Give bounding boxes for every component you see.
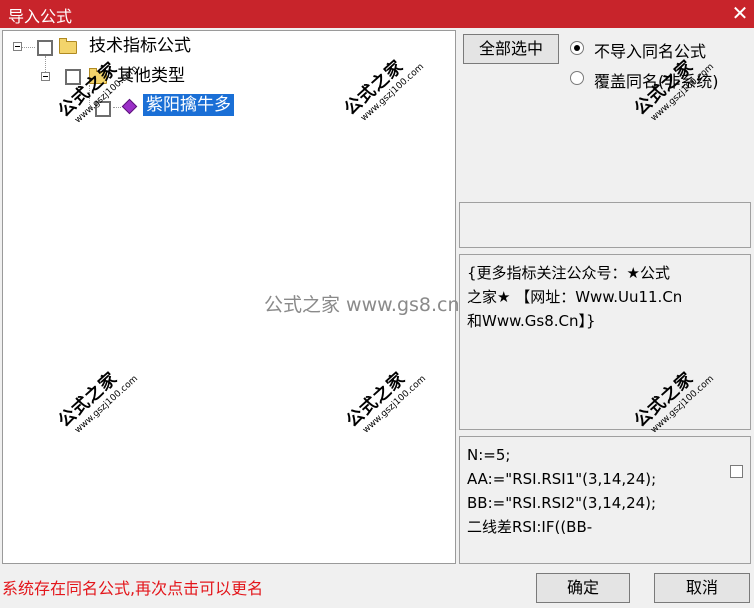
scrollbar-handle[interactable] bbox=[730, 465, 743, 478]
title-bar: 导入公式 ✕ bbox=[0, 0, 754, 28]
code-line: N:=5; bbox=[467, 446, 511, 464]
ok-button[interactable]: 确定 bbox=[536, 573, 630, 603]
description-box: {更多指标关注公众号：★公式 之家★ 【网址：Www.Uu11.Cn 和Www.… bbox=[459, 254, 751, 430]
no-import-radio[interactable] bbox=[570, 41, 584, 55]
collapse-icon[interactable] bbox=[13, 42, 22, 51]
close-icon[interactable]: ✕ bbox=[726, 0, 754, 28]
description-line: 和Www.Gs8.Cn】} bbox=[467, 312, 596, 330]
overwrite-radio[interactable] bbox=[570, 71, 584, 85]
tree-connector bbox=[113, 107, 121, 108]
tree-connector bbox=[21, 47, 35, 48]
folder-icon bbox=[59, 38, 77, 54]
code-line: BB:="RSI.RSI2"(3,14,24); bbox=[467, 494, 657, 512]
tree-root-label[interactable]: 技术指标公式 bbox=[89, 35, 191, 57]
root-checkbox[interactable] bbox=[37, 40, 53, 56]
folder-icon bbox=[89, 68, 107, 84]
name-field[interactable] bbox=[459, 202, 751, 248]
formula-code-box[interactable]: N:=5; AA:="RSI.RSI1"(3,14,24); BB:="RSI.… bbox=[459, 436, 751, 564]
tree-group-label[interactable]: 其他类型 bbox=[117, 65, 185, 87]
description-text: {更多指标关注公众号：★公式 之家★ 【网址：Www.Uu11.Cn 和Www.… bbox=[467, 261, 737, 333]
center-watermark: 公式之家 www.gs8.cn bbox=[264, 294, 460, 316]
no-import-label[interactable]: 不导入同名公式 bbox=[594, 38, 706, 62]
item-checkbox[interactable] bbox=[95, 101, 111, 117]
cancel-button[interactable]: 取消 bbox=[654, 573, 750, 603]
select-all-button[interactable]: 全部选中 bbox=[463, 34, 559, 64]
tree-item-label[interactable]: 紫阳擒牛多 bbox=[143, 94, 234, 116]
code-line: AA:="RSI.RSI1"(3,14,24); bbox=[467, 470, 657, 488]
description-line: 之家★ 【网址：Www.Uu11.Cn bbox=[467, 288, 683, 306]
code-line: 二线差RSI:IF((BB- bbox=[467, 518, 593, 536]
description-line: {更多指标关注公众号：★公式 bbox=[467, 264, 670, 282]
tree-connector bbox=[89, 85, 90, 107]
status-message: 系统存在同名公式,再次点击可以更名 bbox=[2, 579, 264, 598]
window-title: 导入公式 bbox=[8, 7, 73, 26]
overwrite-label[interactable]: 覆盖同名(非系统) bbox=[594, 68, 719, 92]
collapse-icon[interactable] bbox=[41, 72, 50, 81]
formula-gem-icon bbox=[121, 98, 138, 115]
group-checkbox[interactable] bbox=[65, 69, 81, 85]
